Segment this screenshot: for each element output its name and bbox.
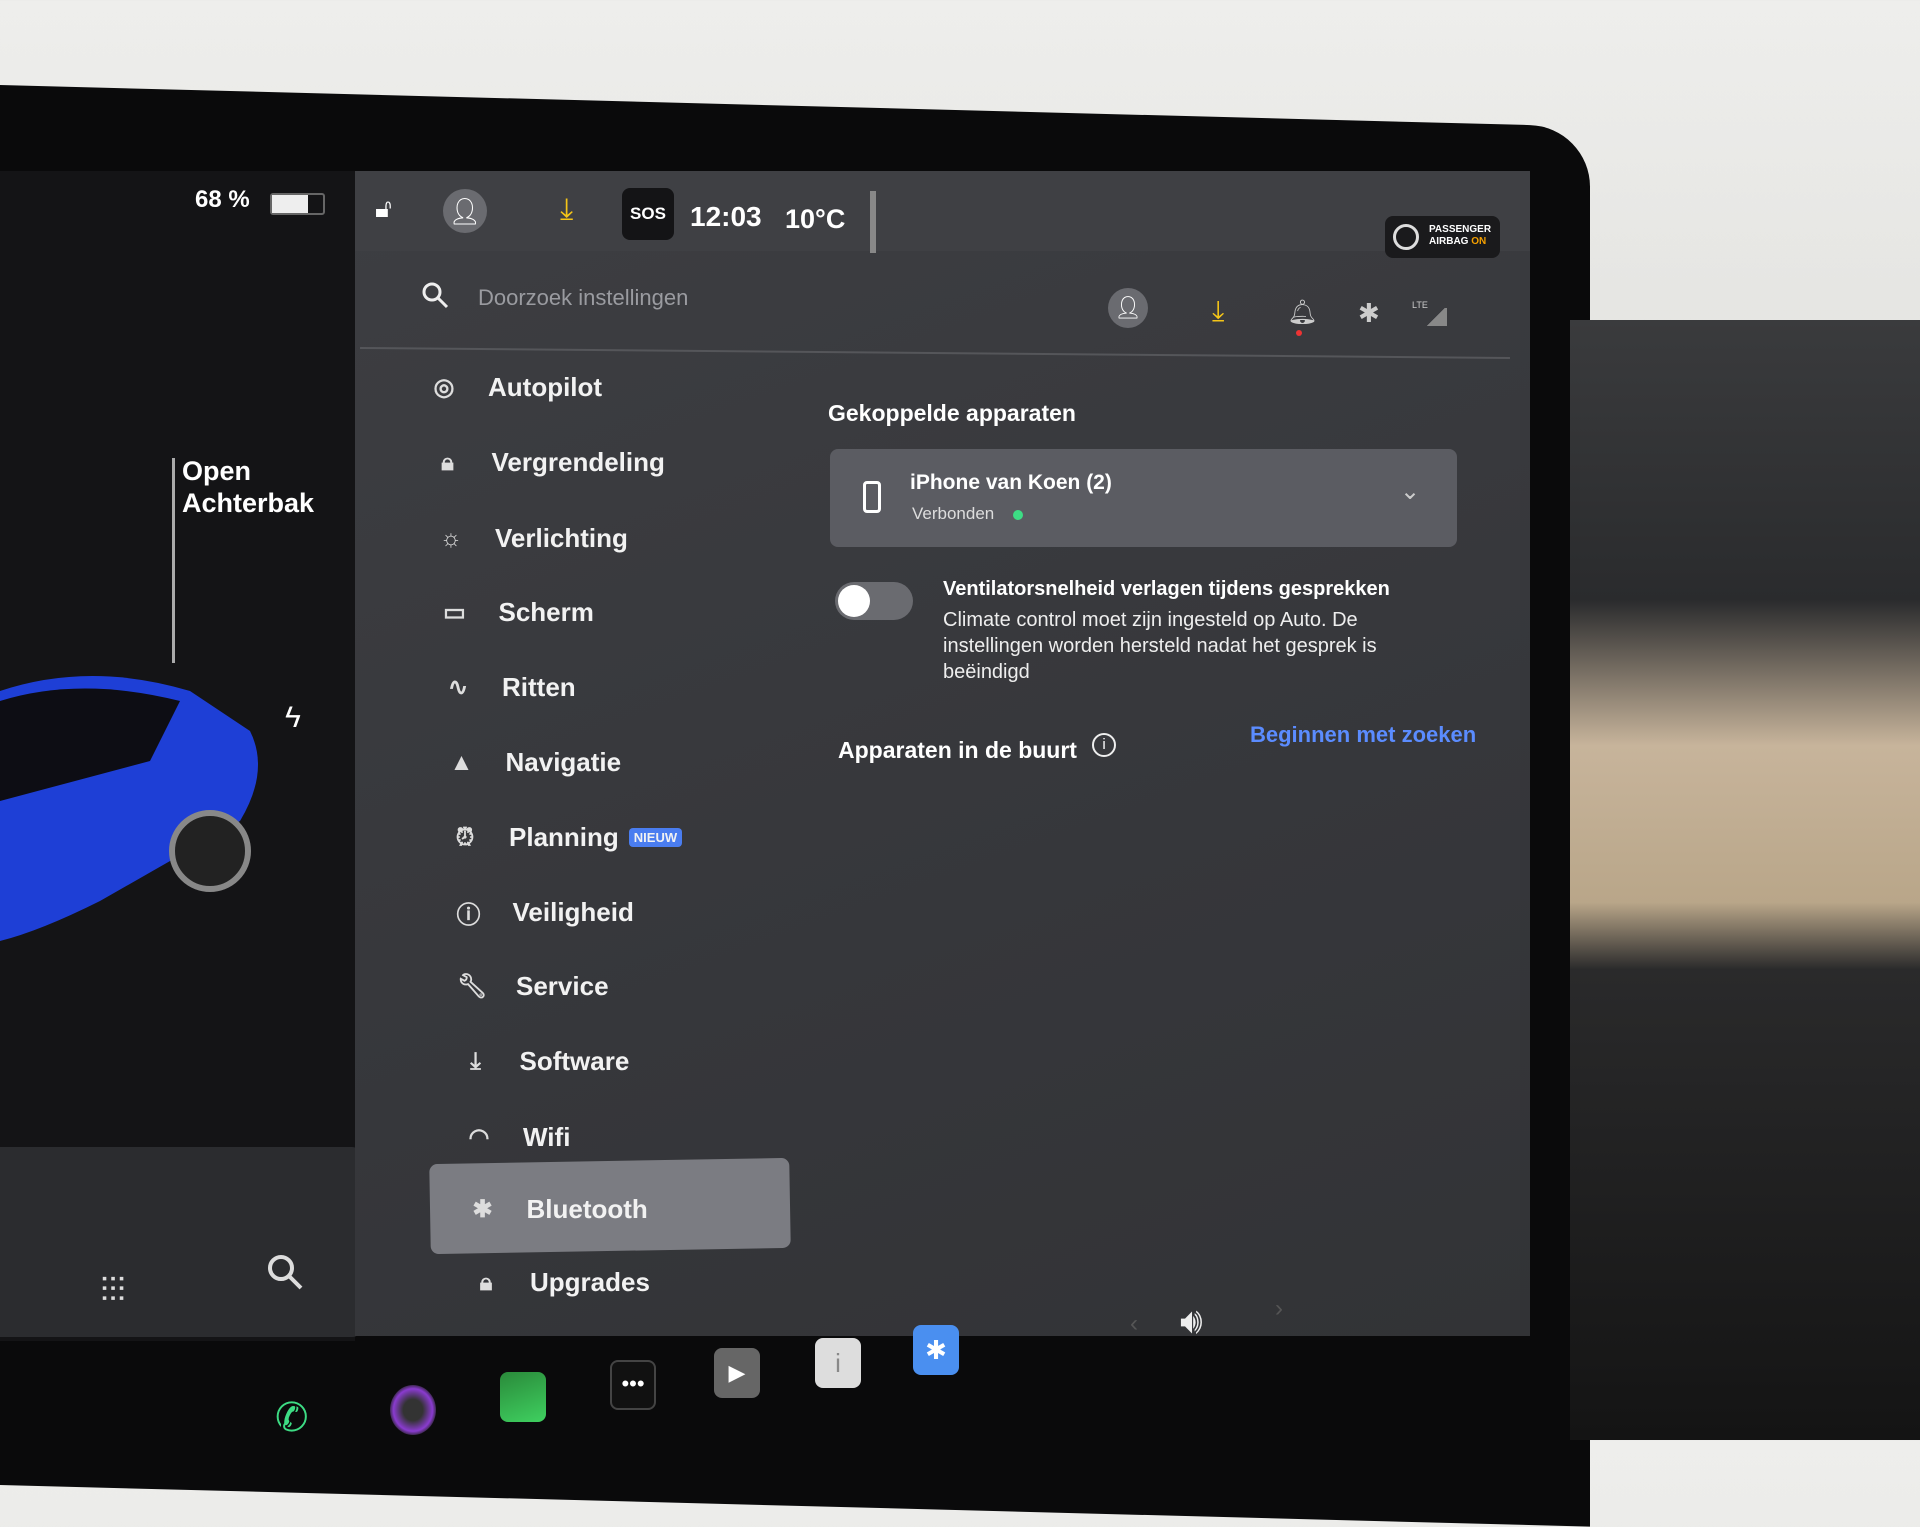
sos-button[interactable]: SOS (622, 188, 674, 240)
phone-icon (863, 481, 881, 513)
menu-item-veiligheid[interactable]: ⓘ Veiligheid (453, 895, 634, 930)
alert-icon: ⓘ (456, 902, 481, 929)
notification-dot (1296, 330, 1302, 336)
volume-up-arrow[interactable]: › (1275, 1295, 1283, 1323)
menu-item-wifi[interactable]: ◠ Wifi (463, 1122, 571, 1153)
menu-item-verlichting[interactable]: ☼ Verlichting (435, 523, 628, 554)
nearby-devices-title: Apparaten in de buurt (838, 737, 1077, 763)
menu-item-ritten[interactable]: ∿ Ritten (442, 672, 576, 703)
battery-icon (270, 193, 325, 215)
wifi-icon: ◠ (468, 1124, 490, 1151)
menu-item-planning[interactable]: ⏰︎ Planning NIEUW (449, 822, 683, 853)
trips-icon: ∿ (447, 674, 469, 701)
airbag-line1: PASSENGER (1429, 224, 1492, 235)
toggle-description: Climate control moet zijn ingesteld op A… (943, 609, 1377, 683)
device-status: Verbonden (912, 504, 995, 523)
menu-item-upgrades[interactable]: 🔒︎ Upgrades (470, 1267, 650, 1298)
navigation-icon: ▲ (449, 748, 474, 776)
status-divider (870, 191, 876, 253)
camera-app-icon[interactable] (390, 1385, 436, 1435)
lock-icon[interactable]: 🔓︎ (375, 193, 392, 225)
menu-item-label: Ritten (502, 672, 576, 702)
download-icon[interactable]: ⤓ (1212, 295, 1224, 328)
menu-item-label: Veiligheid (512, 897, 634, 927)
battery-percent: 68 % (195, 186, 250, 213)
bluetooth-app-icon[interactable]: ✱ (913, 1325, 959, 1375)
charge-icon: ϟ (285, 701, 301, 734)
display-icon: ▭ (443, 599, 466, 626)
airbag-badge: PASSENGER AIRBAG ON (1385, 216, 1500, 258)
manual-app-icon[interactable]: i (815, 1338, 861, 1388)
paired-devices-title: Gekoppelde apparaten (828, 400, 1076, 426)
chevron-down-icon[interactable]: ⌄ (1400, 477, 1420, 506)
search-input[interactable]: Doorzoek instellingen (478, 285, 688, 311)
fan-speed-toggle[interactable] (835, 582, 913, 620)
connected-dot (1013, 510, 1023, 520)
airbag-icon (1393, 224, 1419, 250)
wrench-icon: 🔧︎ (456, 973, 488, 1000)
airbag-line2: AIRBAG (1429, 236, 1469, 247)
dashboard-background (1570, 320, 1920, 1440)
phone-app-icon[interactable]: ✆ (275, 1395, 309, 1441)
quick-controls-card: ⫶⫶⫶ (0, 1147, 362, 1337)
volume-down-arrow[interactable]: ‹ (1130, 1310, 1138, 1338)
lock-icon: 🔒︎ (441, 448, 454, 476)
menu-item-label: Wifi (523, 1122, 571, 1152)
menu-item-label: Autopilot (488, 372, 603, 402)
car-panel: 68 % Open Achterbak ϟ ⫶⫶⫶ (0, 171, 362, 1341)
trunk-label-achterbak[interactable]: Achterbak (182, 488, 314, 519)
menu-item-vergrendeling[interactable]: 🔒︎ Vergrendeling (432, 447, 665, 478)
bag-icon: 🔒︎ (479, 1268, 493, 1296)
signal-icon (1425, 308, 1447, 326)
sun-icon: ☼ (440, 524, 462, 552)
menu-item-scherm[interactable]: ▭ Scherm (439, 597, 594, 628)
menu-item-label: Navigatie (505, 747, 622, 777)
profile-avatar[interactable]: 👤︎ (1108, 288, 1148, 328)
search-icon[interactable] (420, 280, 450, 310)
stocks-app-icon[interactable] (500, 1372, 546, 1422)
equalizer-icon[interactable]: ⫶⫶⫶ (100, 1272, 126, 1311)
device-name: iPhone van Koen (2) (910, 471, 1112, 494)
menu-item-label: Service (516, 971, 609, 1001)
menu-item-label: Bluetooth (526, 1194, 648, 1224)
clock-icon: ⏰︎ (455, 823, 475, 851)
bluetooth-icon: ✱ (472, 1196, 493, 1223)
download-icon: ⤓ (470, 1047, 481, 1075)
search-icon[interactable] (265, 1252, 305, 1292)
info-icon[interactable]: i (1092, 733, 1116, 757)
temperature: 10°C (785, 204, 846, 234)
menu-item-label: Verlichting (495, 523, 628, 553)
menu-item-label: Vergrendeling (491, 447, 665, 477)
download-icon[interactable]: ⤓ (560, 193, 573, 227)
steering-wheel-icon: ◎ (433, 374, 455, 401)
airbag-state: ON (1471, 236, 1487, 247)
paired-device-card[interactable]: iPhone van Koen (2) Verbonden ⌄ (830, 449, 1457, 547)
menu-item-label: Planning (509, 822, 619, 852)
profile-avatar[interactable]: 👤︎ (443, 189, 487, 233)
menu-item-service[interactable]: 🔧︎ Service (456, 971, 609, 1002)
menu-item-label: Upgrades (530, 1267, 650, 1297)
bell-icon[interactable]: 🔔︎ (1287, 298, 1317, 327)
start-search-link[interactable]: Beginnen met zoeken (1250, 722, 1476, 748)
media-app-icon[interactable]: ▶ (714, 1348, 760, 1398)
trunk-line (172, 458, 175, 663)
car-image (0, 676, 258, 941)
menu-item-bluetooth[interactable]: ✱ Bluetooth (467, 1194, 648, 1225)
bluetooth-icon[interactable]: ✱ (1358, 298, 1380, 329)
volume-icon[interactable]: 🔊︎ (1180, 1300, 1203, 1343)
menu-item-label: Software (519, 1046, 630, 1076)
toggle-title: Ventilatorsnelheid verlagen tijdens gesp… (943, 578, 1390, 600)
trunk-label-open[interactable]: Open (182, 456, 251, 487)
status-bar: 🔓︎ 👤︎ ⤓ SOS 12:03 10°C PASSENGER AIRBAG … (355, 171, 1530, 258)
more-apps-icon[interactable]: ••• (610, 1360, 656, 1410)
menu-item-label: Scherm (498, 597, 594, 627)
menu-item-navigatie[interactable]: ▲ Navigatie (446, 747, 622, 778)
clock: 12:03 (690, 201, 762, 232)
menu-item-autopilot[interactable]: ◎ Autopilot (428, 372, 603, 403)
menu-item-software[interactable]: ⤓ Software (460, 1046, 630, 1077)
new-badge: NIEUW (628, 828, 683, 847)
